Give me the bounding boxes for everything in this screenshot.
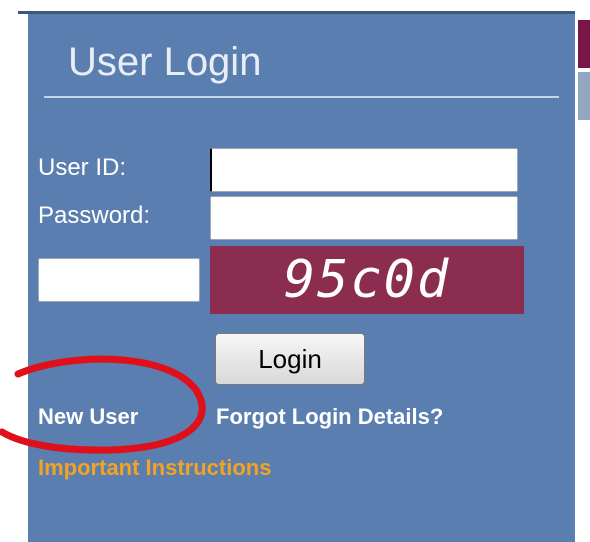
password-field[interactable] [210,196,518,240]
title-divider [44,96,559,98]
adjacent-panel-strip-gray [578,72,590,120]
login-button[interactable]: Login [215,333,365,385]
adjacent-panel-strip-maroon [578,20,590,68]
forgot-login-link[interactable]: Forgot Login Details? [216,404,443,430]
captcha-image: 95c0d [210,246,524,314]
panel-title: User Login [68,40,262,84]
captcha-text: 95c0d [283,250,451,310]
important-instructions-link[interactable]: Important Instructions [38,455,271,481]
userid-label: User ID: [38,154,127,181]
password-label: Password: [38,202,151,229]
userid-field[interactable] [210,148,518,192]
captcha-input[interactable] [38,258,200,302]
new-user-link[interactable]: New User [38,404,138,430]
